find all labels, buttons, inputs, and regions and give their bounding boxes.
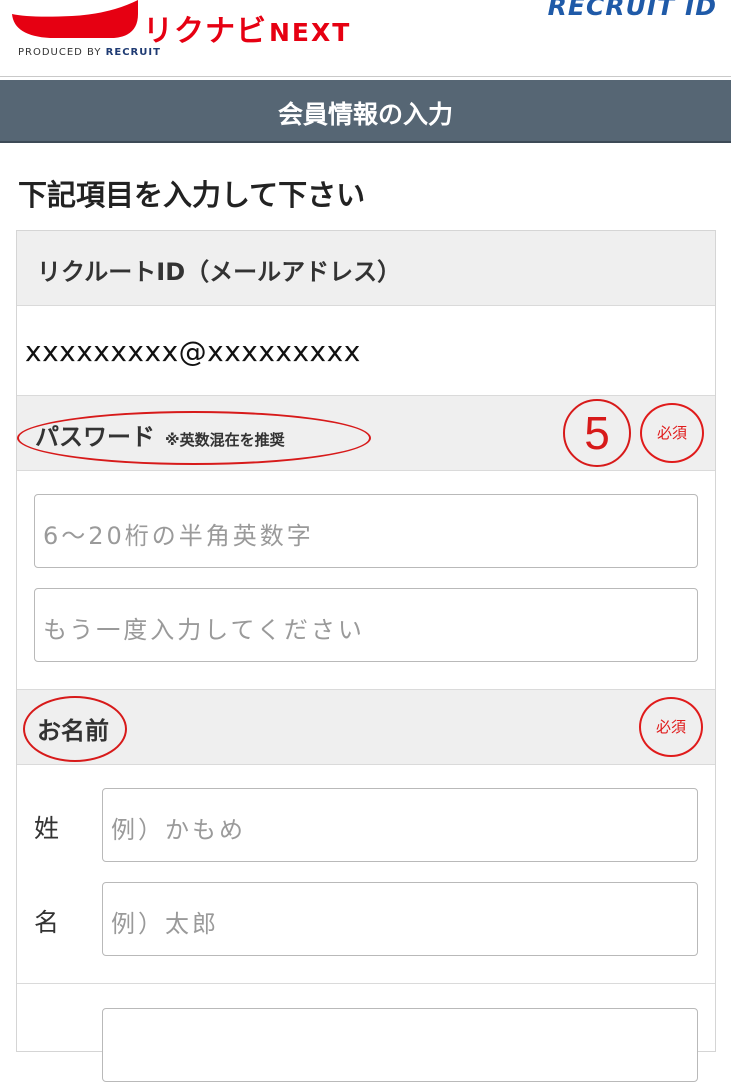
first-name-input[interactable]: 例）太郎 bbox=[102, 882, 698, 956]
required-badge-password: 必須 bbox=[640, 403, 704, 463]
last-name-input[interactable]: 例）かもめ bbox=[102, 788, 698, 862]
last-name-label: 姓 bbox=[34, 814, 60, 843]
first-name-placeholder: 例）太郎 bbox=[111, 910, 219, 938]
rikunabi-logo[interactable]: リクナビNEXT bbox=[143, 6, 351, 50]
page-title-bar: 会員情報の入力 bbox=[0, 80, 731, 143]
recruit-brand: RECRUIT bbox=[105, 47, 161, 58]
recruit-id-header: リクルートID（メールアドレス） bbox=[17, 231, 715, 306]
recruit-id-label: リクルートID（メールアドレス） bbox=[37, 258, 402, 286]
page-title: 会員情報の入力 bbox=[277, 100, 453, 129]
section-divider bbox=[17, 983, 715, 984]
password-input[interactable]: 6〜20桁の半角英数字 bbox=[34, 494, 698, 568]
produced-by-text: PRODUCED BY bbox=[18, 47, 102, 58]
email-value: xxxxxxxxx@xxxxxxxxx bbox=[25, 335, 361, 368]
recruit-id-logo: RECRUIT ID bbox=[548, 0, 717, 21]
required-badge-name: 必須 bbox=[639, 697, 703, 757]
form-instruction: 下記項目を入力して下さい bbox=[18, 178, 366, 212]
password-confirm-input[interactable]: もう一度入力してください bbox=[34, 588, 698, 662]
logo-next: NEXT bbox=[269, 18, 352, 47]
logo-text: リクナビ bbox=[143, 14, 267, 49]
annotation-oval-password bbox=[17, 411, 371, 465]
password-confirm-placeholder: もう一度入力してください bbox=[43, 616, 365, 644]
produced-by: PRODUCED BY RECRUIT bbox=[18, 47, 161, 58]
annotation-oval-name bbox=[23, 696, 127, 762]
last-name-placeholder: 例）かもめ bbox=[111, 816, 246, 844]
recruit-id-text: RECRUIT ID bbox=[547, 0, 717, 21]
password-placeholder: 6〜20桁の半角英数字 bbox=[43, 522, 314, 550]
rikunabi-logo-swoosh-icon bbox=[12, 0, 138, 38]
step-number-badge: 5 bbox=[563, 399, 631, 467]
site-header: リクナビNEXT PRODUCED BY RECRUIT RECRUIT ID bbox=[0, 0, 731, 77]
first-name-label: 名 bbox=[34, 908, 60, 937]
registration-form: リクルートID（メールアドレス） xxxxxxxxx@xxxxxxxxx パスワ… bbox=[16, 230, 716, 1082]
next-input[interactable] bbox=[102, 1008, 698, 1082]
